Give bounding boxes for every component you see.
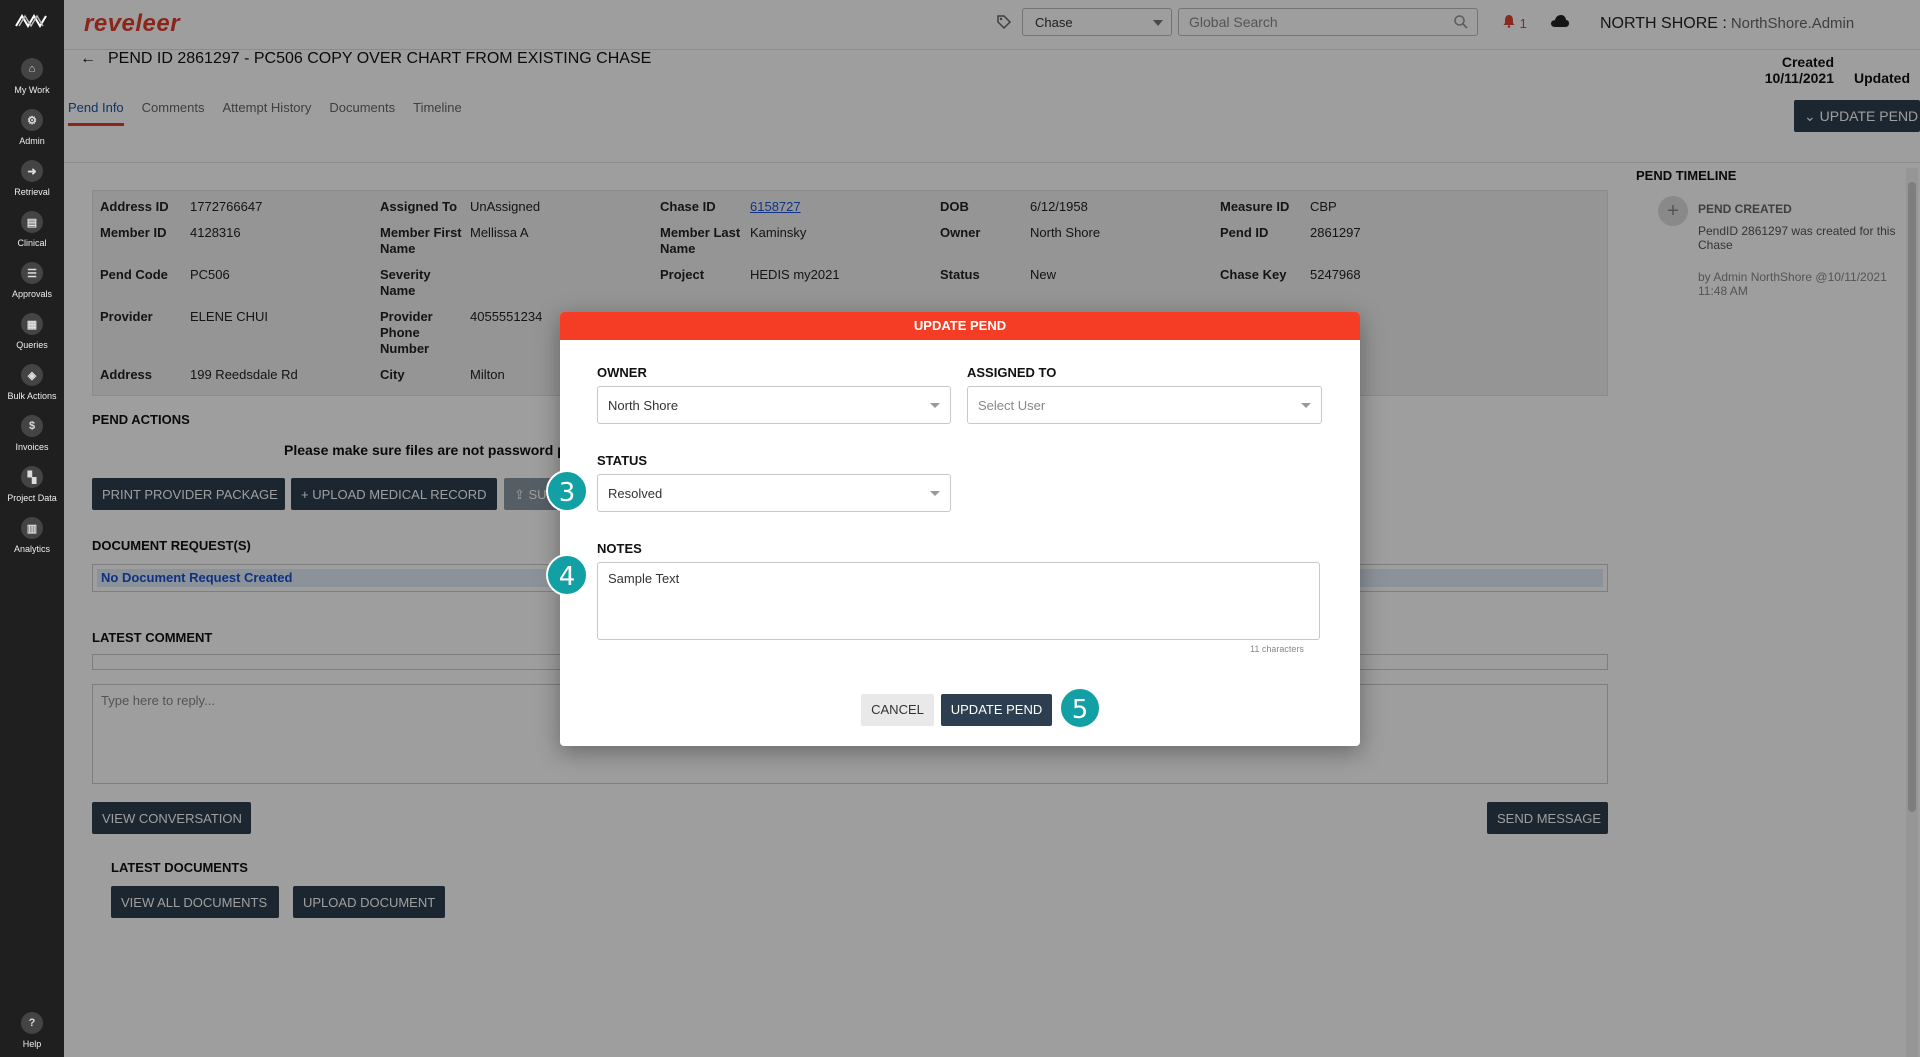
project-data-icon: ▚ bbox=[21, 466, 43, 488]
chevron-down-icon bbox=[930, 491, 940, 496]
sidebar-label: Clinical bbox=[17, 238, 47, 248]
help-icon: ? bbox=[21, 1012, 43, 1034]
step-marker-4: 4 bbox=[546, 554, 588, 596]
sidebar-label: My Work bbox=[14, 85, 50, 95]
chevron-down-icon bbox=[930, 403, 940, 408]
sidebar-item-analytics[interactable]: ▥ Analytics bbox=[0, 517, 64, 554]
approvals-icon: ☰ bbox=[21, 262, 43, 284]
sidebar-label: Invoices bbox=[15, 442, 49, 452]
owner-value: North Shore bbox=[608, 398, 679, 413]
sidebar: ⌂ My Work ⚙ Admin ➜ Retrieval ▤ Clinical ☰ Ap… bbox=[0, 0, 64, 1057]
sidebar-item-invoices[interactable]: $ Invoices bbox=[0, 415, 64, 452]
sidebar-label: Approvals bbox=[11, 289, 53, 299]
sidebar-item-clinical[interactable]: ▤ Clinical bbox=[0, 211, 64, 248]
sidebar-label: Admin bbox=[19, 136, 45, 146]
character-count: 11 characters bbox=[1250, 644, 1304, 654]
modal-title: UPDATE PEND bbox=[560, 312, 1360, 340]
sidebar-label: Bulk Actions bbox=[7, 391, 57, 401]
sidebar-item-retrieval[interactable]: ➜ Retrieval bbox=[0, 160, 64, 197]
sidebar-label: Queries bbox=[16, 340, 48, 350]
clinical-icon: ▤ bbox=[21, 211, 43, 233]
notes-textarea[interactable]: Sample Text bbox=[597, 562, 1320, 640]
app-logo-icon[interactable] bbox=[14, 14, 50, 31]
sidebar-label: Help bbox=[22, 1039, 42, 1049]
chevron-down-icon bbox=[1301, 403, 1311, 408]
status-value: Resolved bbox=[608, 486, 663, 501]
status-select[interactable]: Resolved bbox=[597, 474, 951, 512]
sidebar-item-my-work[interactable]: ⌂ My Work bbox=[0, 58, 64, 95]
sidebar-label: Retrieval bbox=[14, 187, 50, 197]
sidebar-item-approvals[interactable]: ☰ Approvals bbox=[0, 262, 64, 299]
status-label: STATUS bbox=[597, 453, 648, 468]
owner-label: OWNER bbox=[597, 365, 647, 380]
home-icon: ⌂ bbox=[21, 58, 43, 80]
retrieval-icon: ➜ bbox=[21, 160, 43, 182]
bulk-actions-icon: ◈ bbox=[21, 364, 43, 386]
update-pend-modal: UPDATE PEND OWNER North Shore ASSIGNED T… bbox=[560, 312, 1360, 746]
assigned-to-select[interactable]: Select User bbox=[967, 386, 1322, 424]
assigned-to-label: ASSIGNED TO bbox=[967, 365, 1057, 380]
owner-select[interactable]: North Shore bbox=[597, 386, 951, 424]
notes-label: NOTES bbox=[597, 541, 642, 556]
step-marker-5: 5 bbox=[1059, 687, 1101, 729]
sidebar-item-help[interactable]: ? Help bbox=[0, 1012, 64, 1049]
step-marker-3: 3 bbox=[546, 470, 588, 512]
sidebar-item-project-data[interactable]: ▚ Project Data bbox=[0, 466, 64, 503]
sidebar-label: Analytics bbox=[13, 544, 50, 554]
sidebar-item-admin[interactable]: ⚙ Admin bbox=[0, 109, 64, 146]
sidebar-item-queries[interactable]: ▦ Queries bbox=[0, 313, 64, 350]
sidebar-label: Project Data bbox=[7, 493, 57, 503]
queries-icon: ▦ bbox=[21, 313, 43, 335]
sidebar-item-bulk-actions[interactable]: ◈ Bulk Actions bbox=[0, 364, 64, 401]
admin-icon: ⚙ bbox=[21, 109, 43, 131]
cancel-button[interactable]: CANCEL bbox=[861, 694, 934, 726]
assigned-placeholder: Select User bbox=[978, 398, 1046, 413]
invoices-icon: $ bbox=[21, 415, 43, 437]
analytics-icon: ▥ bbox=[21, 517, 43, 539]
update-pend-submit-button[interactable]: UPDATE PEND bbox=[941, 694, 1052, 726]
